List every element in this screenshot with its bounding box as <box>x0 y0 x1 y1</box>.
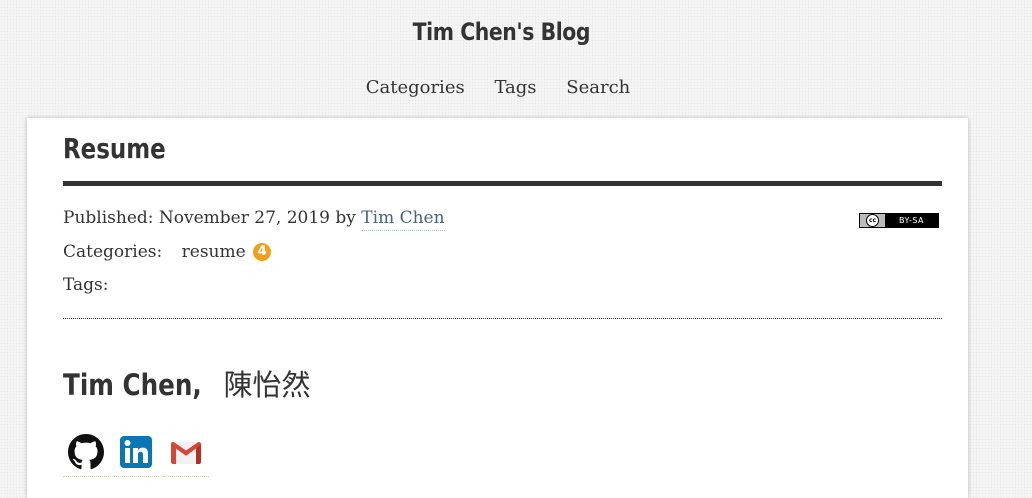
by-label: by <box>335 208 356 228</box>
nav-item-categories[interactable]: Categories <box>366 77 465 98</box>
nav-item-search[interactable]: Search <box>566 77 630 98</box>
published-date: November 27, 2019 <box>158 208 330 228</box>
tags-line: Tags: <box>63 275 109 295</box>
resume-heading: Tim Chen, 陳怡然 <box>63 362 311 404</box>
category-link-resume[interactable]: resume <box>182 242 246 262</box>
cc-license-badge[interactable]: cc BY-SA <box>859 213 939 228</box>
category-name[interactable]: resume <box>182 242 246 262</box>
gmail-link[interactable] <box>163 430 209 477</box>
gmail-icon <box>171 441 201 464</box>
title-divider <box>63 181 942 186</box>
cc-license-text: BY-SA <box>898 216 925 225</box>
linkedin-icon <box>120 436 152 468</box>
author-link[interactable]: Tim Chen <box>361 208 445 231</box>
post-card: Resume Published: November 27, 2019 by T… <box>27 118 968 498</box>
github-link[interactable] <box>63 430 109 477</box>
categories-label: Categories: <box>63 242 163 262</box>
main-nav: Categories Tags Search <box>0 77 996 98</box>
cc-icon-area: cc <box>860 214 885 227</box>
category-count-badge: 4 <box>253 243 272 261</box>
nav-item-tags[interactable]: Tags <box>494 77 536 98</box>
categories-line: Categories: resume 4 <box>63 242 272 262</box>
site-title-text[interactable]: Tim Chen's Blog <box>412 18 590 46</box>
post-title: Resume <box>63 132 188 165</box>
resume-name: Tim Chen, <box>63 368 202 402</box>
cc-icon: cc <box>866 214 879 227</box>
site-title[interactable]: Tim Chen's Blog <box>0 18 1002 46</box>
github-icon <box>68 434 104 470</box>
linkedin-link[interactable] <box>113 430 159 477</box>
published-line: Published: November 27, 2019 by Tim Chen <box>63 208 445 231</box>
social-links <box>63 430 209 477</box>
meta-divider <box>63 318 942 319</box>
published-label: Published: <box>63 208 154 228</box>
tags-label: Tags: <box>63 275 109 295</box>
resume-chinese-name: 陳怡然 <box>223 368 311 402</box>
post-title-text: Resume <box>63 132 166 165</box>
